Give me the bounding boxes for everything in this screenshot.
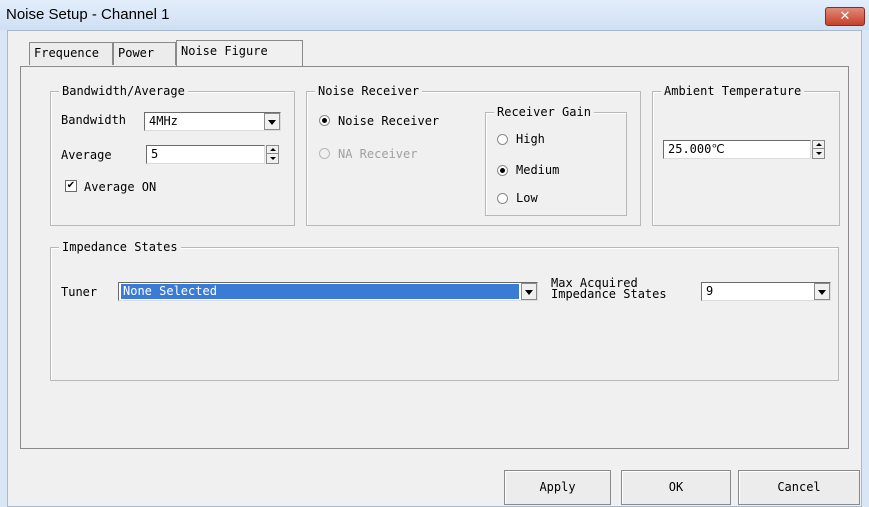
bandwidth-label: Bandwidth xyxy=(61,113,127,127)
ambient-temperature-value: 25.000℃ xyxy=(668,142,725,156)
tab-frequence[interactable]: Frequence xyxy=(29,42,113,65)
gain-medium-label[interactable]: Medium xyxy=(516,163,559,177)
impedance-states-group: Impedance States xyxy=(50,240,839,381)
max-acquired-label-line2: Impedance States xyxy=(551,287,667,301)
max-acquired-label: Max Acquired Impedance States xyxy=(551,277,667,301)
tab-noise-figure[interactable]: Noise Figure xyxy=(176,40,303,66)
ambient-temperature-input[interactable]: 25.000℃ xyxy=(663,140,811,159)
chevron-down-icon[interactable] xyxy=(264,113,280,130)
ambient-temperature-legend: Ambient Temperature xyxy=(661,84,805,98)
chevron-down-icon[interactable] xyxy=(814,283,830,300)
na-receiver-radio xyxy=(319,148,330,159)
impedance-states-legend: Impedance States xyxy=(59,240,181,254)
gain-high-label[interactable]: High xyxy=(516,132,545,146)
close-icon: ✕ xyxy=(839,9,851,24)
bandwidth-average-legend: Bandwidth/Average xyxy=(59,84,188,98)
title-bar[interactable]: Noise Setup - Channel 1 ✕ xyxy=(0,0,869,30)
max-impedance-states-value: 9 xyxy=(706,284,714,298)
spin-up-icon[interactable] xyxy=(813,141,824,149)
receiver-gain-legend: Receiver Gain xyxy=(494,105,594,119)
tuner-value: None Selected xyxy=(121,284,519,299)
tab-power[interactable]: Power xyxy=(113,42,176,65)
spin-down-icon[interactable] xyxy=(813,150,824,158)
na-receiver-option-label: NA Receiver xyxy=(338,147,418,161)
noise-setup-dialog: Noise Setup - Channel 1 ✕ Frequence Powe… xyxy=(0,0,869,507)
max-impedance-states-select[interactable]: 9 xyxy=(701,282,831,301)
bandwidth-value: 4MHz xyxy=(149,114,178,128)
gain-medium-radio[interactable] xyxy=(497,165,508,176)
tuner-select[interactable]: None Selected xyxy=(118,282,538,301)
average-on-checkbox[interactable]: ✔ xyxy=(65,180,77,192)
average-label: Average xyxy=(61,148,112,162)
checkmark-icon: ✔ xyxy=(66,180,76,191)
tuner-label: Tuner xyxy=(61,285,98,299)
gain-low-radio[interactable] xyxy=(497,193,508,204)
close-button[interactable]: ✕ xyxy=(825,7,865,26)
window-title: Noise Setup - Channel 1 xyxy=(6,6,170,23)
average-input[interactable]: 5 xyxy=(146,145,265,164)
temperature-spinner[interactable] xyxy=(812,140,825,159)
average-on-label[interactable]: Average ON xyxy=(84,180,156,194)
ok-button[interactable]: OK xyxy=(621,470,731,505)
gain-high-radio[interactable] xyxy=(497,134,508,145)
chevron-down-icon[interactable] xyxy=(521,283,537,300)
apply-button[interactable]: Apply xyxy=(504,470,611,505)
gain-low-label[interactable]: Low xyxy=(516,191,538,205)
average-value: 5 xyxy=(151,147,159,161)
spin-down-icon[interactable] xyxy=(267,155,278,163)
noise-receiver-radio[interactable] xyxy=(319,115,330,126)
noise-receiver-legend: Noise Receiver xyxy=(315,84,423,98)
noise-receiver-option-label[interactable]: Noise Receiver xyxy=(338,114,439,128)
bandwidth-select[interactable]: 4MHz xyxy=(144,112,281,131)
spin-up-icon[interactable] xyxy=(267,146,278,154)
cancel-button[interactable]: Cancel xyxy=(738,470,860,505)
average-spinner[interactable] xyxy=(266,145,279,164)
